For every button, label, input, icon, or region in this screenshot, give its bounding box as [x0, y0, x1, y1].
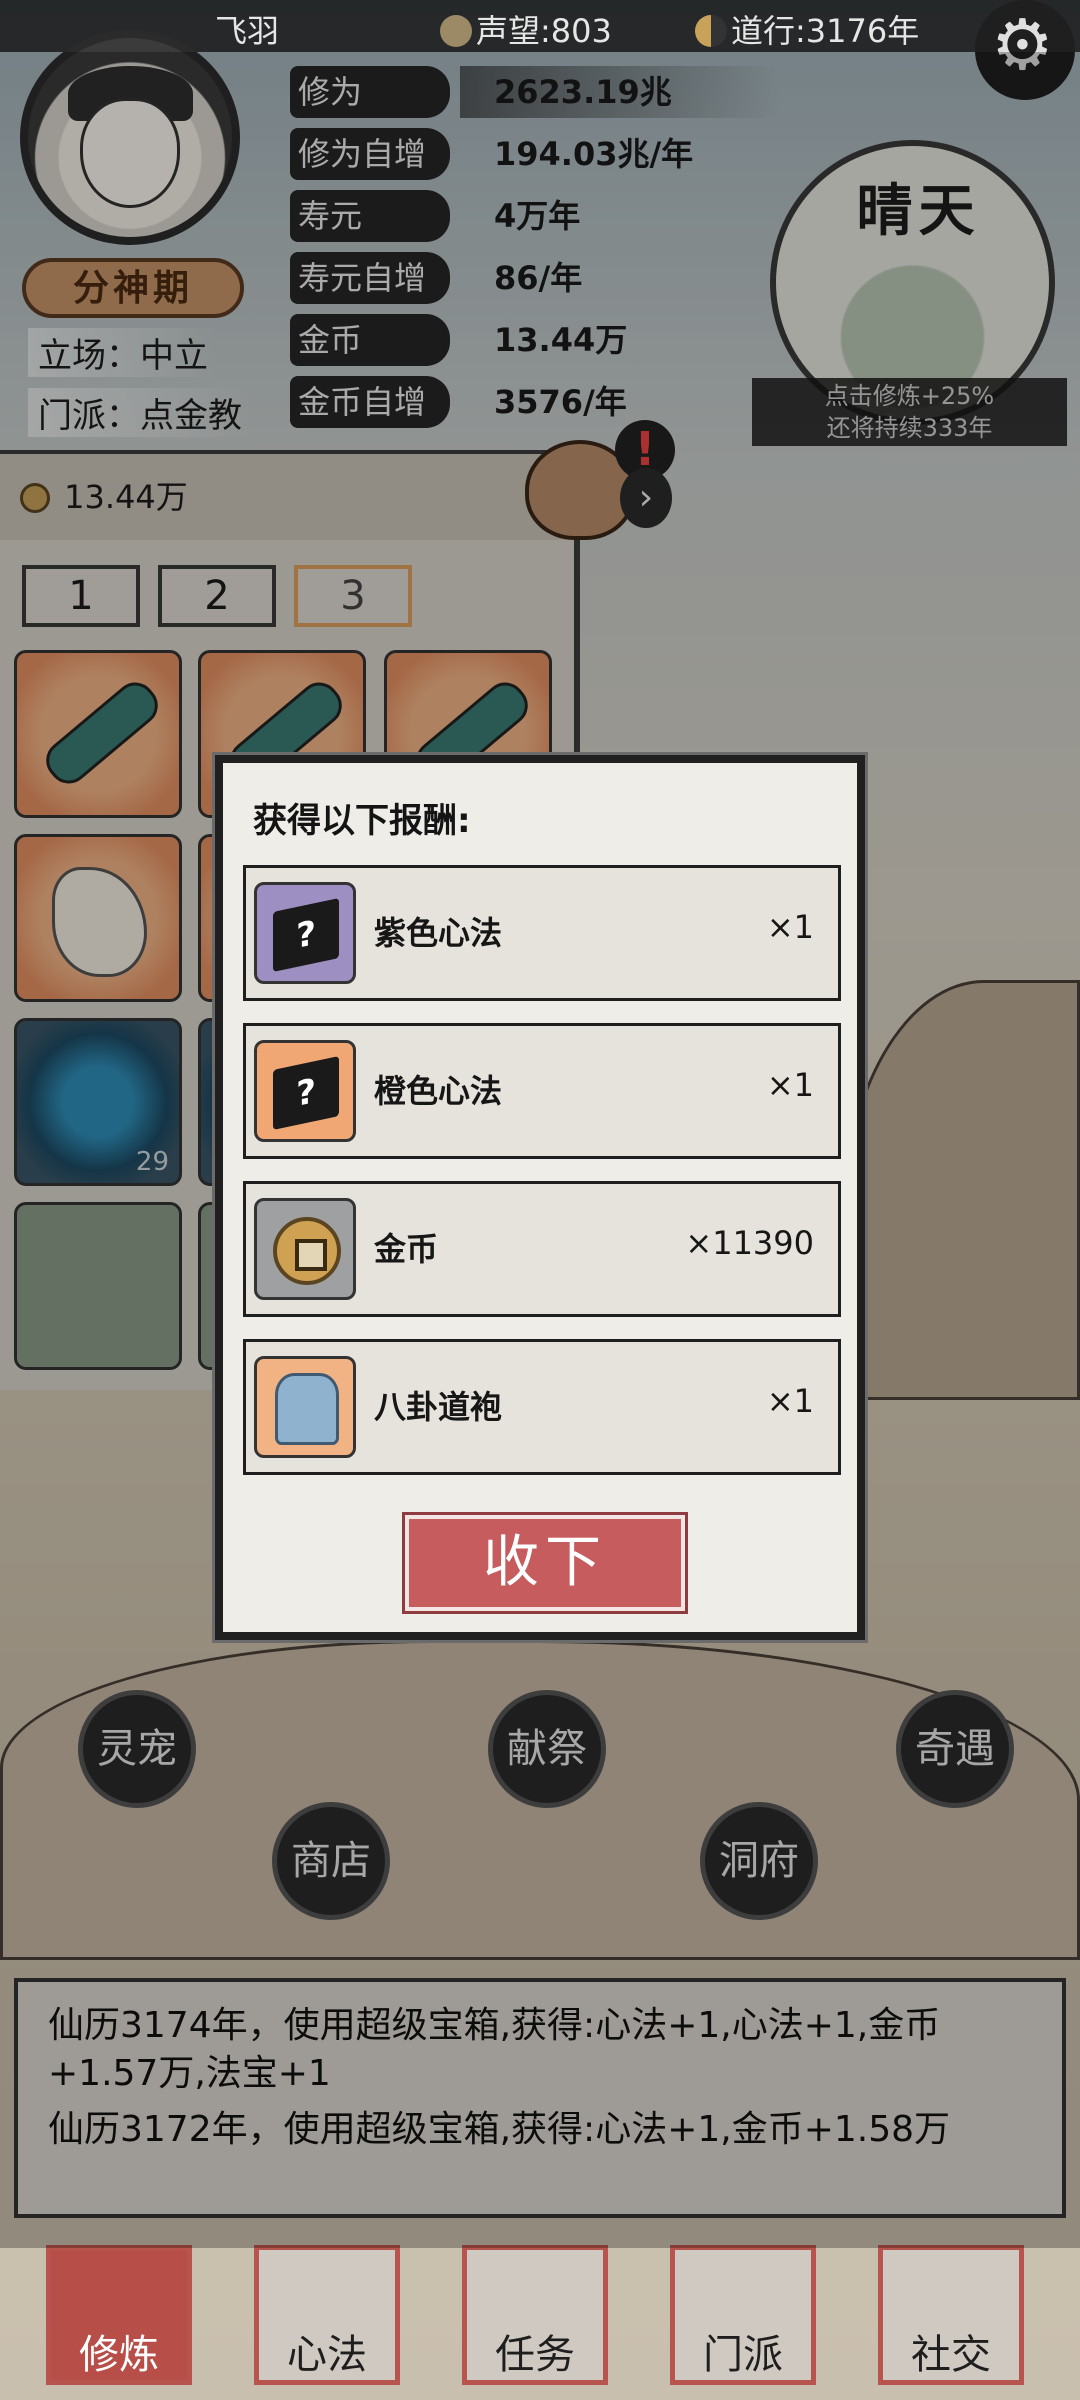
reputation-icon [440, 15, 472, 47]
reward-qty: ×11390 [685, 1224, 814, 1262]
nav-techniques[interactable]: 心法 [254, 2245, 400, 2385]
reward-item: ? 橙色心法 ×1 [243, 1023, 841, 1159]
reward-item: 八卦道袍 ×1 [243, 1339, 841, 1475]
nav-sect[interactable]: 门派 [670, 2245, 816, 2385]
nav-social[interactable]: 社交 [878, 2245, 1024, 2385]
modal-title: 获得以下报酬: [253, 801, 471, 841]
reward-qty: ×1 [766, 908, 814, 946]
reward-item: ? 紫色心法 ×1 [243, 865, 841, 1001]
accept-button[interactable]: 收下 [405, 1515, 685, 1611]
nav-cultivate[interactable]: 修炼 [46, 2245, 192, 2385]
yinyang-icon [695, 15, 727, 47]
daoxing-stat: 道行:3176年 [695, 6, 919, 52]
gold-coin-icon [254, 1198, 356, 1300]
player-name: 飞羽 [215, 12, 280, 50]
reward-qty: ×1 [766, 1066, 814, 1104]
reward-modal: 获得以下报酬: ? 紫色心法 ×1 ? 橙色心法 ×1 金币 ×11390 八卦… [215, 755, 865, 1640]
nav-quests[interactable]: 任务 [462, 2245, 608, 2385]
reward-item: 金币 ×11390 [243, 1181, 841, 1317]
reward-name: 紫色心法 [374, 914, 503, 952]
reward-name: 橙色心法 [374, 1072, 503, 1110]
orange-technique-icon: ? [254, 1040, 356, 1142]
reputation-stat: 声望:803 [440, 6, 612, 52]
purple-technique-icon: ? [254, 882, 356, 984]
reward-name: 金币 [374, 1230, 439, 1268]
robe-icon [254, 1356, 356, 1458]
reward-qty: ×1 [766, 1382, 814, 1420]
reward-name: 八卦道袍 [374, 1388, 503, 1426]
